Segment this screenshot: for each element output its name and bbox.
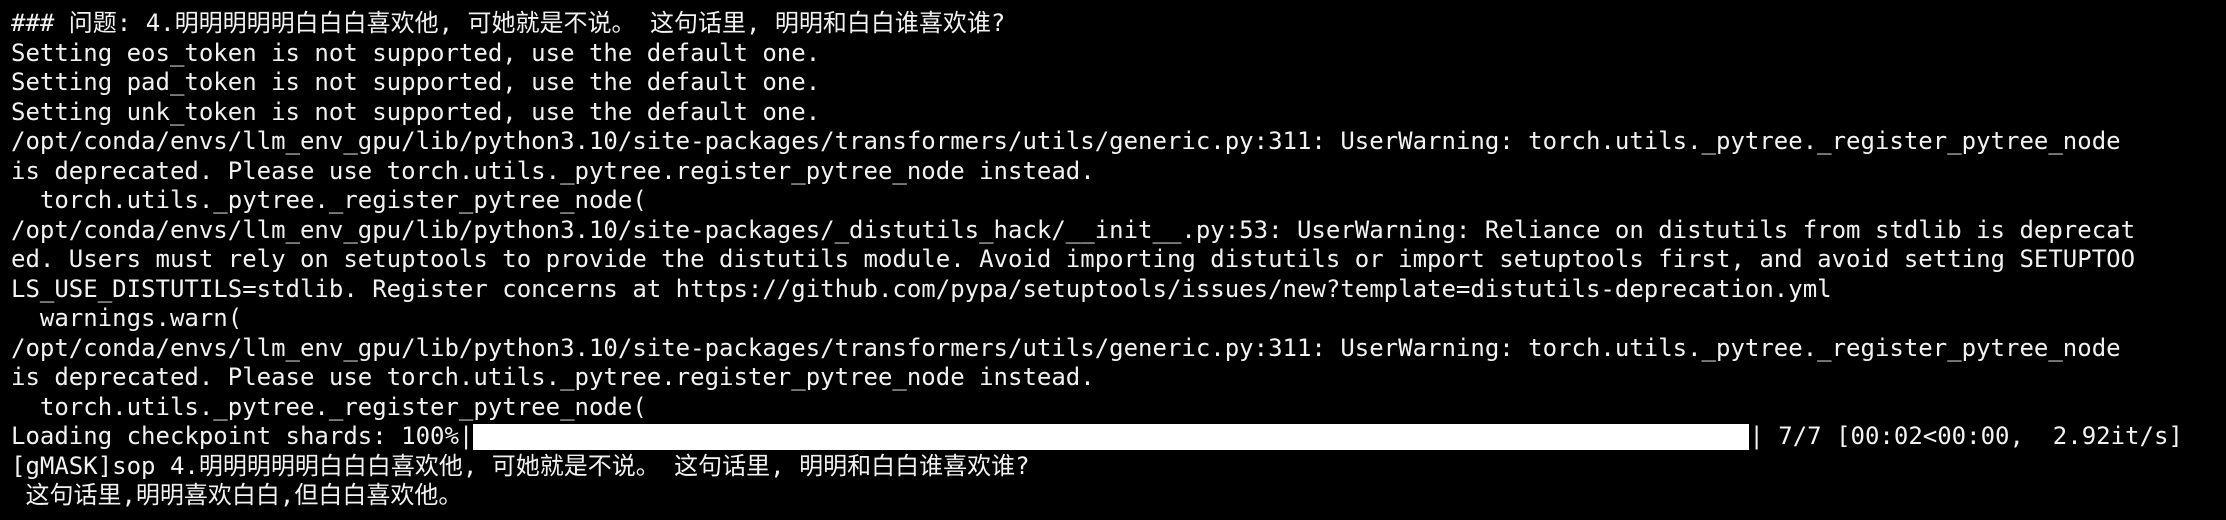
terminal-line-model-output-1: [gMASK]sop 4.明明明明明白白白喜欢他, 可她就是不说。 这句话里, … bbox=[11, 451, 1030, 480]
terminal-line-distutils-warning-2: ed. Users must rely on setuptools to pro… bbox=[11, 245, 2136, 273]
terminal-line-pytree-warning-4: is deprecated. Please use torch.utils._p… bbox=[11, 363, 1095, 391]
checkpoint-progress-line: Loading checkpoint shards: 100%| | 7/7 [… bbox=[11, 422, 2226, 452]
progress-suffix: | 7/7 [00:02<00:00, 2.92it/s] bbox=[1749, 422, 2183, 450]
terminal-line-warnings-warn: warnings.warn( bbox=[11, 304, 243, 332]
terminal-line-question: ### 问题: 4.明明明明明白白白喜欢他, 可她就是不说。 这句话里, 明明和… bbox=[11, 9, 1006, 37]
terminal-line-pytree-warning-2: is deprecated. Please use torch.utils._p… bbox=[11, 156, 1095, 185]
progress-bar-fill bbox=[473, 423, 1750, 450]
progress-prefix: Loading checkpoint shards: 100%| bbox=[11, 422, 474, 450]
terminal-line-pytree-warning-3: /opt/conda/envs/llm_env_gpu/lib/python3.… bbox=[11, 333, 2121, 362]
terminal-line-eos-warning: Setting eos_token is not supported, use … bbox=[11, 38, 821, 67]
terminal-line-pytree-call: torch.utils._pytree._register_pytree_nod… bbox=[11, 186, 647, 214]
terminal-line-model-output-2: 这句话里,明明喜欢白白,但白白喜欢他。 bbox=[11, 481, 463, 509]
terminal-line-distutils-warning-3: LS_USE_DISTUTILS=stdlib. Register concer… bbox=[11, 274, 1832, 303]
terminal-line-pytree-warning-1: /opt/conda/envs/llm_env_gpu/lib/python3.… bbox=[11, 127, 2121, 155]
terminal-line-pytree-call-2: torch.utils._pytree._register_pytree_nod… bbox=[11, 392, 647, 421]
terminal-line-pad-warning: Setting pad_token is not supported, use … bbox=[11, 68, 821, 96]
terminal-line-unk-warning: Setting unk_token is not supported, use … bbox=[11, 97, 821, 126]
terminal-window[interactable]: ### 问题: 4.明明明明明白白白喜欢他, 可她就是不说。 这句话里, 明明和… bbox=[0, 0, 2226, 520]
terminal-line-distutils-warning-1: /opt/conda/envs/llm_env_gpu/lib/python3.… bbox=[11, 215, 2136, 244]
progress-bar bbox=[473, 423, 1750, 450]
